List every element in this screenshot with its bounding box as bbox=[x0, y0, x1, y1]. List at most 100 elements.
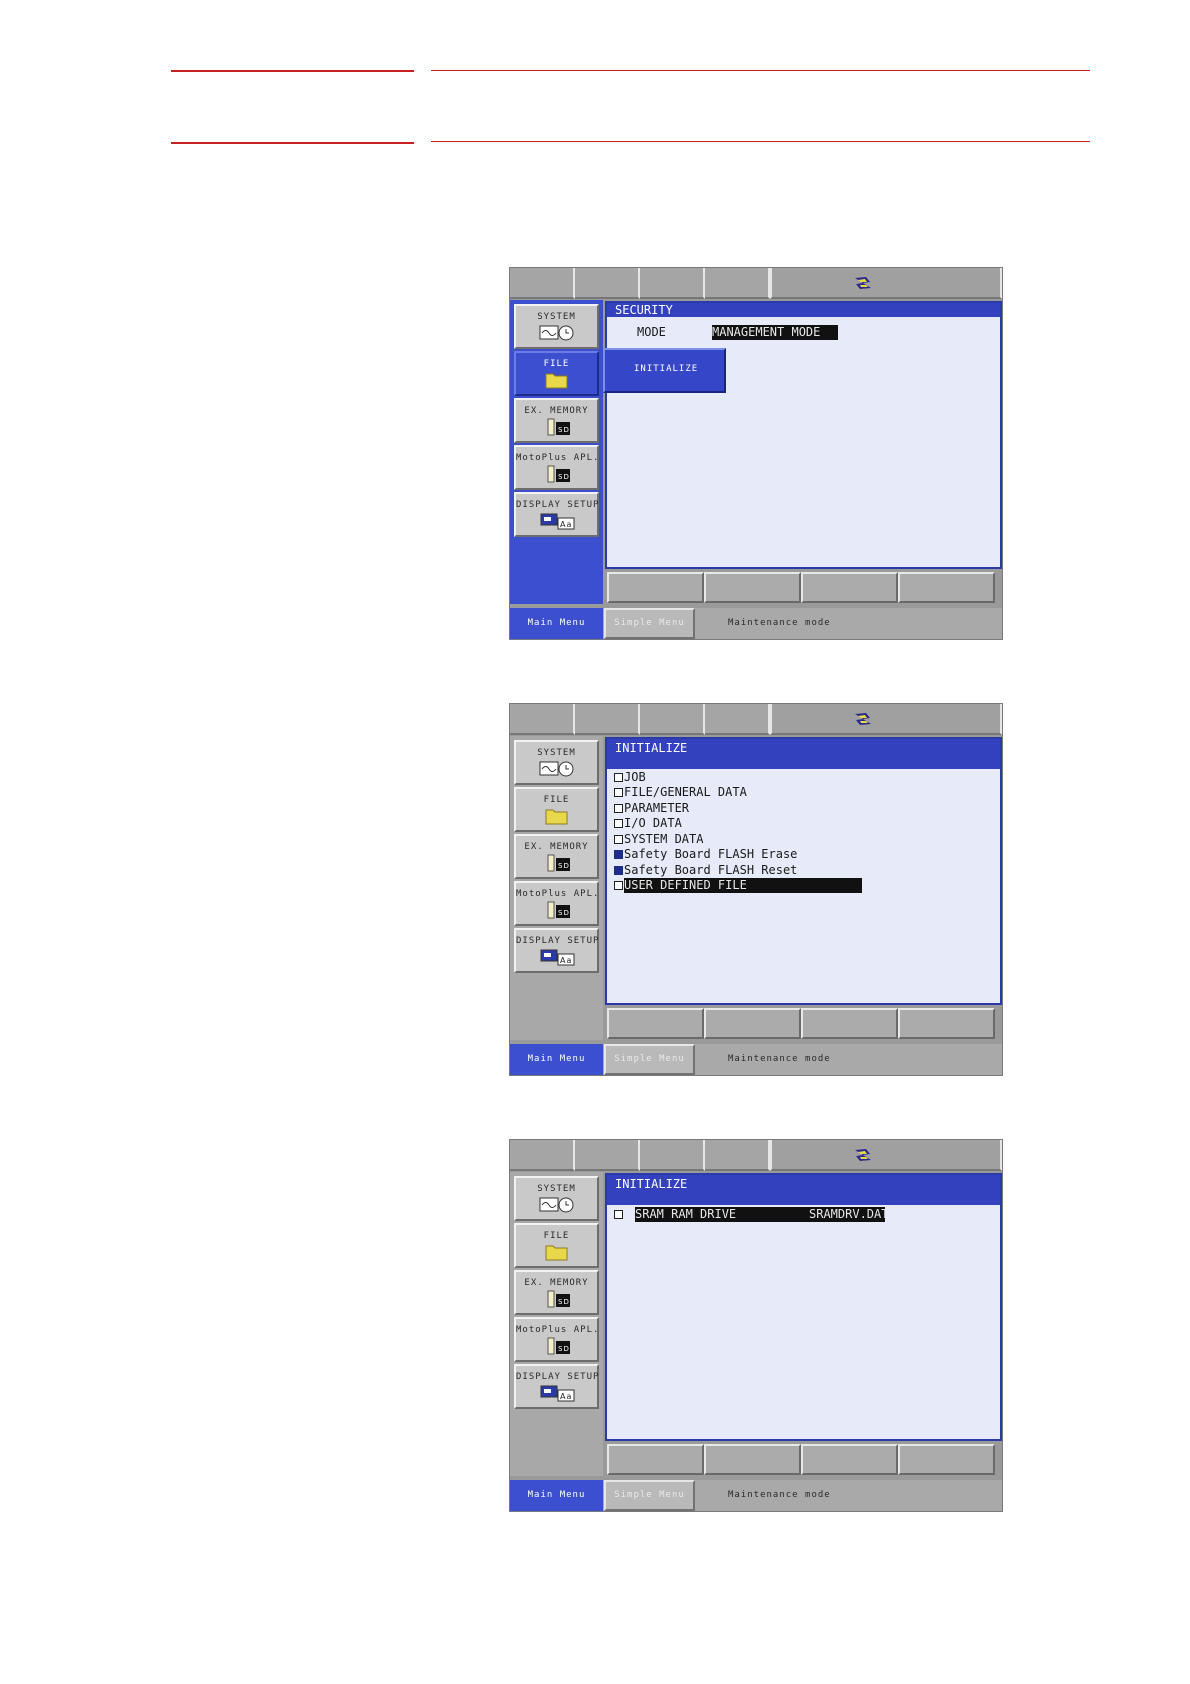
function-key[interactable] bbox=[704, 572, 801, 603]
file-filename: SRAMDRV.DAT bbox=[809, 1207, 889, 1221]
item-label: PARAMETER bbox=[624, 801, 690, 815]
menu-label: MotoPlus APL. bbox=[516, 1325, 600, 1335]
svg-text:SD: SD bbox=[558, 862, 570, 870]
function-key[interactable] bbox=[704, 1444, 801, 1475]
function-key[interactable] bbox=[801, 1008, 898, 1039]
list-item[interactable]: SYSTEM DATA bbox=[614, 832, 703, 847]
bottom-bar: Main Menu Simple Menu Maintenance mode bbox=[510, 1044, 1002, 1075]
list-item-selected[interactable]: USER DEFINED FILE bbox=[614, 878, 862, 893]
mode-label: MODE bbox=[637, 325, 666, 339]
main-menu-sidebar: SYSTEM FILE EX. MEMORY SD MotoPlus APL. … bbox=[510, 300, 603, 604]
folder-icon bbox=[545, 373, 567, 389]
folder-icon bbox=[545, 809, 567, 825]
page-title: INITIALIZE bbox=[607, 739, 1000, 769]
menu-ex-memory-button[interactable]: EX. MEMORY SD bbox=[514, 1270, 599, 1315]
menu-system-button[interactable]: SYSTEM bbox=[514, 1176, 599, 1221]
submenu-initialize[interactable]: INITIALIZE bbox=[634, 364, 698, 374]
checkbox[interactable] bbox=[614, 804, 623, 813]
menu-label: FILE bbox=[543, 1231, 570, 1241]
top-tab[interactable] bbox=[705, 268, 770, 299]
function-key[interactable] bbox=[898, 572, 995, 603]
top-tab[interactable] bbox=[705, 1140, 770, 1171]
svg-text:Aa: Aa bbox=[560, 520, 572, 529]
menu-motoplus-button[interactable]: MotoPlus APL. SD bbox=[514, 881, 599, 926]
menu-file-button[interactable]: FILE bbox=[514, 787, 599, 832]
list-item[interactable]: PARAMETER bbox=[614, 801, 689, 816]
menu-label: SYSTEM bbox=[537, 1184, 576, 1194]
top-tab-status bbox=[770, 704, 1002, 735]
checkbox[interactable] bbox=[614, 1210, 623, 1219]
menu-display-setup-button[interactable]: DISPLAY SETUP Aa bbox=[514, 1364, 599, 1409]
menu-display-setup-button[interactable]: DISPLAY SETUP Aa bbox=[514, 492, 599, 537]
top-tab[interactable] bbox=[575, 268, 640, 299]
menu-system-button[interactable]: SYSTEM bbox=[514, 304, 599, 349]
main-menu-button[interactable]: Main Menu bbox=[510, 608, 603, 639]
file-name: SRAM RAM DRIVE bbox=[635, 1207, 737, 1221]
simple-menu-button[interactable]: Simple Menu bbox=[604, 608, 695, 639]
list-item[interactable]: Safety Board FLASH Erase bbox=[614, 847, 797, 862]
system-icon bbox=[539, 761, 573, 777]
checkbox[interactable] bbox=[614, 773, 623, 782]
checkbox[interactable] bbox=[614, 819, 623, 828]
item-label: JOB bbox=[624, 770, 646, 784]
function-key[interactable] bbox=[801, 572, 898, 603]
function-key[interactable] bbox=[607, 1008, 704, 1039]
menu-display-setup-button[interactable]: DISPLAY SETUP Aa bbox=[514, 928, 599, 973]
menu-ex-memory-button[interactable]: EX. MEMORY SD bbox=[514, 398, 599, 443]
menu-file-button[interactable]: FILE bbox=[514, 351, 599, 396]
content-area: INITIALIZE SRAM RAM DRIVE SRAMDRV.DAT bbox=[605, 1173, 1002, 1441]
simple-menu-button[interactable]: Simple Menu bbox=[604, 1044, 695, 1075]
top-tab[interactable] bbox=[640, 268, 705, 299]
menu-motoplus-button[interactable]: MotoPlus APL. SD bbox=[514, 445, 599, 490]
function-key[interactable] bbox=[704, 1008, 801, 1039]
menu-system-button[interactable]: SYSTEM bbox=[514, 740, 599, 785]
top-tab[interactable] bbox=[640, 1140, 705, 1171]
simple-menu-button[interactable]: Simple Menu bbox=[604, 1480, 695, 1511]
menu-ex-memory-button[interactable]: EX. MEMORY SD bbox=[514, 834, 599, 879]
top-tab[interactable] bbox=[705, 704, 770, 735]
mode-value[interactable]: MANAGEMENT MODE bbox=[712, 325, 838, 340]
checkbox[interactable] bbox=[614, 788, 623, 797]
top-tab[interactable] bbox=[510, 268, 575, 299]
header-rule-right-top bbox=[431, 70, 1090, 71]
top-tab[interactable] bbox=[575, 704, 640, 735]
function-keys bbox=[605, 1008, 1002, 1041]
top-tab[interactable] bbox=[575, 1140, 640, 1171]
list-item[interactable]: I/O DATA bbox=[614, 816, 682, 831]
content-area: SECURITY MODE MANAGEMENT MODE bbox=[605, 301, 1002, 569]
status-text: Maintenance mode bbox=[728, 1490, 831, 1500]
folder-icon bbox=[545, 1245, 567, 1261]
sd-card-icon: SD bbox=[547, 418, 570, 436]
list-item[interactable]: JOB bbox=[614, 770, 646, 785]
function-key[interactable] bbox=[607, 1444, 704, 1475]
main-menu-button[interactable]: Main Menu bbox=[510, 1480, 603, 1511]
list-item[interactable]: FILE/GENERAL DATA bbox=[614, 785, 747, 800]
menu-label: FILE bbox=[543, 795, 570, 805]
status-text: Maintenance mode bbox=[728, 1054, 831, 1064]
function-key[interactable] bbox=[607, 572, 704, 603]
checkbox-checked[interactable] bbox=[614, 850, 623, 859]
checkbox-checked[interactable] bbox=[614, 866, 623, 875]
checkbox[interactable] bbox=[614, 881, 623, 890]
item-label: SYSTEM DATA bbox=[624, 832, 704, 846]
menu-label: SYSTEM bbox=[537, 748, 576, 758]
header-rule-left-bottom bbox=[171, 142, 414, 144]
file-row-selected[interactable]: SRAM RAM DRIVE SRAMDRV.DAT bbox=[614, 1207, 889, 1222]
svg-text:SD: SD bbox=[558, 1298, 570, 1306]
menu-motoplus-button[interactable]: MotoPlus APL. SD bbox=[514, 1317, 599, 1362]
list-item[interactable]: Safety Board FLASH Reset bbox=[614, 863, 797, 878]
header-rule-left-top bbox=[171, 70, 414, 72]
function-key[interactable] bbox=[898, 1444, 995, 1475]
function-key[interactable] bbox=[898, 1008, 995, 1039]
top-tab[interactable] bbox=[510, 704, 575, 735]
main-menu-button[interactable]: Main Menu bbox=[510, 1044, 603, 1075]
top-tab[interactable] bbox=[640, 704, 705, 735]
menu-file-button[interactable]: FILE bbox=[514, 1223, 599, 1268]
bottom-bar: Main Menu Simple Menu Maintenance mode bbox=[510, 1480, 1002, 1511]
display-setup-icon: Aa bbox=[540, 513, 574, 530]
menu-label: FILE bbox=[543, 359, 570, 369]
function-key[interactable] bbox=[801, 1444, 898, 1475]
top-tab[interactable] bbox=[510, 1140, 575, 1171]
checkbox[interactable] bbox=[614, 835, 623, 844]
mode-value-text: MANAGEMENT MODE bbox=[712, 325, 838, 340]
